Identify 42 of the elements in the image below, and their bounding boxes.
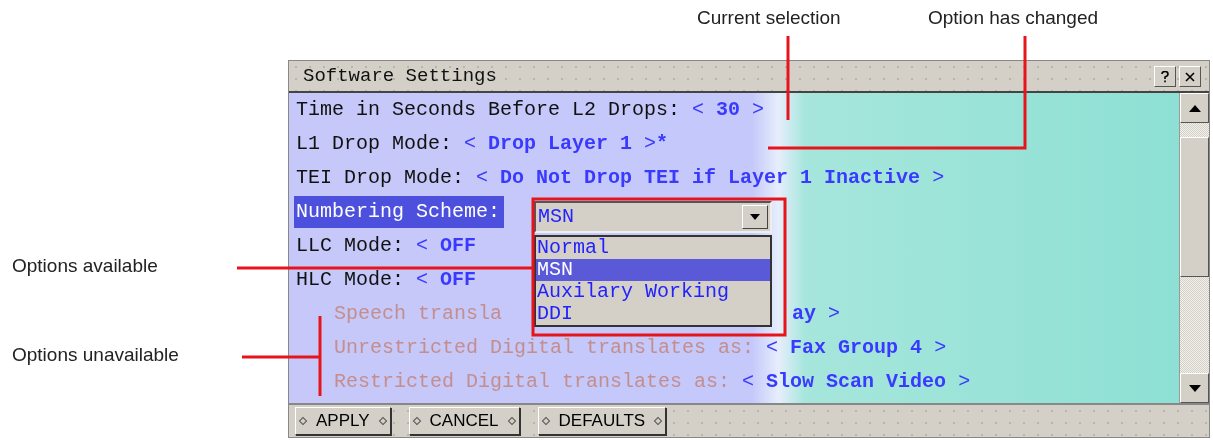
callout-label: Option has changed xyxy=(928,8,1099,29)
disabled-setting-label: Unrestricted Digital translates as: xyxy=(333,335,756,361)
disabled-setting-value: < Fax Group 4 > xyxy=(766,335,947,361)
callout-label: Current selection xyxy=(697,8,841,29)
callout-label: Options available xyxy=(12,256,158,277)
scroll-thumb[interactable] xyxy=(1180,137,1209,277)
setting-label[interactable]: L1 Drop Mode: xyxy=(294,129,457,159)
setting-value[interactable]: < Do Not Drop TEI if Layer 1 Inactive > xyxy=(476,163,945,193)
dialog-button[interactable]: CANCEL xyxy=(408,407,520,435)
dialog-button[interactable]: APPLY xyxy=(295,407,391,435)
disabled-setting-value: < Slow Scan Video > xyxy=(742,369,971,395)
dropdown-option[interactable]: DDI xyxy=(536,303,770,325)
setting-value[interactable]: < 30 > xyxy=(692,95,765,125)
window-title: Software Settings xyxy=(303,63,498,89)
dropdown-option[interactable]: Auxilary Working xyxy=(536,281,770,303)
dropdown-arrow-icon xyxy=(750,214,760,220)
setting-label[interactable]: HLC Mode: xyxy=(294,265,409,295)
down-triangle-icon xyxy=(1188,384,1201,392)
setting-value[interactable]: < Drop Layer 1 > xyxy=(464,129,657,159)
disabled-setting-value: ay > xyxy=(792,301,841,327)
setting-label[interactable]: LLC Mode: xyxy=(294,231,409,261)
dialog-button[interactable]: DEFAULTS xyxy=(537,407,667,435)
changed-marker: * xyxy=(656,131,669,157)
setting-label[interactable]: Time in Seconds Before L2 Drops: xyxy=(294,95,685,125)
scroll-down-button[interactable] xyxy=(1180,373,1209,403)
close-icon xyxy=(1185,72,1195,83)
dropdown-option[interactable]: Normal xyxy=(536,237,770,259)
up-triangle-icon xyxy=(1188,104,1201,112)
question-mark-icon xyxy=(1161,71,1169,84)
setting-label[interactable]: TEI Drop Mode: xyxy=(294,163,469,193)
callout-label: Options unavailable xyxy=(12,345,179,366)
scrollbar[interactable] xyxy=(1179,93,1209,403)
help-button[interactable] xyxy=(1154,65,1176,87)
disabled-setting-label: Speech transla xyxy=(333,301,504,327)
dropdown-option[interactable]: MSN xyxy=(536,259,770,281)
disabled-setting-label: Restricted Digital translates as: xyxy=(333,369,732,395)
setting-value[interactable]: < OFF xyxy=(416,265,477,295)
close-button[interactable] xyxy=(1179,65,1201,87)
scroll-up-button[interactable] xyxy=(1180,93,1209,123)
dropdown-field[interactable]: MSN xyxy=(534,201,772,233)
setting-label[interactable]: Numbering Scheme: xyxy=(294,196,505,228)
setting-value[interactable]: < OFF xyxy=(416,231,477,261)
